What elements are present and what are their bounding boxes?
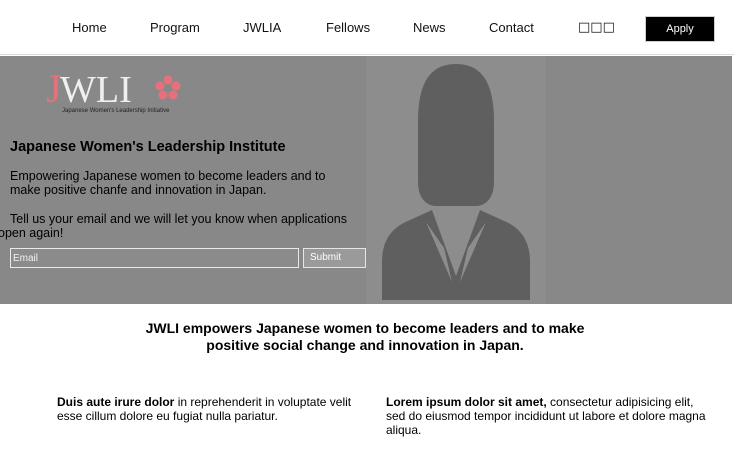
hero-description: Empowering Japanese women to become lead… [10,169,326,197]
nav-contact-link[interactable]: Contact [489,20,534,35]
woman-silhouette-icon [382,64,530,300]
logo-tagline: Japanese Women's Leadership Initiative [62,108,170,114]
nav-jwlia-link[interactable]: JWLIA [243,20,281,35]
jwli-logo[interactable]: J WLI Japanese Women's Leadership Initia… [46,68,186,114]
language-switch-link[interactable]: □□□ [578,20,615,35]
email-input[interactable] [10,248,299,268]
feature-left-heading: Duis aute irure dolor [57,395,175,409]
top-navigation: Home Program JWLIA Fellows News Contact … [0,0,734,55]
apply-button[interactable]: Apply [646,17,714,41]
logo-letters-wli: WLI [60,69,132,111]
submit-button[interactable]: Submit [303,248,366,268]
nav-program-link[interactable]: Program [150,20,200,35]
nav-news-link[interactable]: News [413,20,446,35]
hero-title: Japanese Women's Leadership Institute [10,139,286,155]
feature-column-right: Lorem ipsum dolor sit amet, consectetur … [386,395,716,437]
email-signup-prompt: Tell us your email and we will let you k… [0,212,347,240]
feature-right-heading: Lorem ipsum dolor sit amet, [386,395,547,409]
flower-icon [155,75,181,100]
mission-statement: JWLI empowers Japanese women to become l… [145,320,585,353]
feature-column-left: Duis aute irure dolor in reprehenderit i… [57,395,367,423]
nav-fellows-link[interactable]: Fellows [326,20,370,35]
nav-home-link[interactable]: Home [72,20,107,35]
hero-section: J WLI Japanese Women's Leadership Initia… [0,56,732,304]
